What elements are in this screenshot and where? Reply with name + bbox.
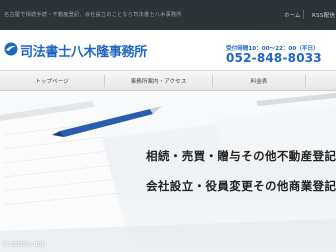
nav-item-fees[interactable]: 料金表 <box>213 71 305 91</box>
nav-item-top[interactable]: トップページ <box>0 71 104 91</box>
main-nav: トップページ 事務所案内・アクセス 料金表 <box>0 70 336 91</box>
nav-item-access[interactable]: 事務所案内・アクセス <box>105 71 212 91</box>
rss-link[interactable]: RSS配信 <box>312 11 335 19</box>
top-bar: 名古屋で相続手続・不動産登記、会社設立のことなら司法書士八木事務所 ホーム RS… <box>0 0 336 30</box>
nav-divider <box>305 75 306 87</box>
site-tagline: 名古屋で相続手続・不動産登記、会社設立のことなら司法書士八木事務所 <box>4 12 182 18</box>
hero-banner: 相続・売買・贈与その他不動産登記 会社設立・役員変更その他商業登記 <box>0 91 336 252</box>
desk-illustration <box>0 91 336 252</box>
phone-number[interactable]: 052-848-8033 <box>226 51 322 65</box>
divider <box>303 10 304 19</box>
watermark: © sitelike.org <box>3 241 44 248</box>
logo-icon <box>4 42 18 56</box>
site-header: 司法書士八木隆事務所 受付時間10：00～22：00（平日） 052-848-8… <box>0 30 336 70</box>
site-title[interactable]: 司法書士八木隆事務所 <box>20 41 147 60</box>
hero-heading-commercial: 会社設立・役員変更その他商業登記 <box>146 179 336 193</box>
home-link[interactable]: ホーム <box>284 11 300 19</box>
hero-heading-real-estate: 相続・売買・贈与その他不動産登記 <box>146 149 336 163</box>
